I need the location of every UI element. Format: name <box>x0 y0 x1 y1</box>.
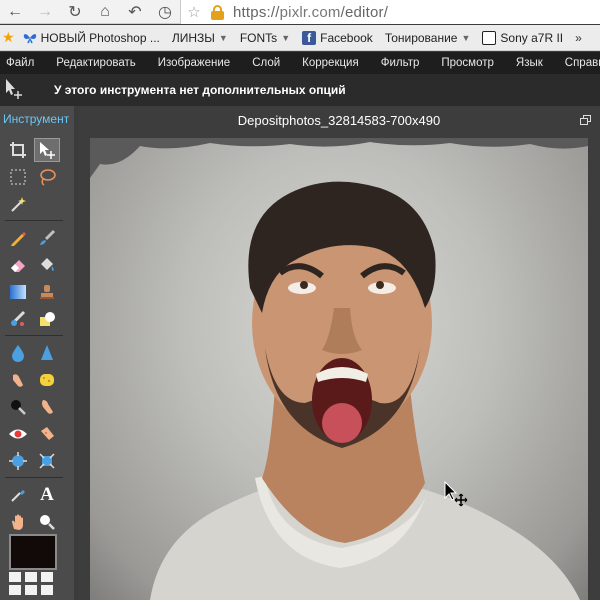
pencil-tool-icon[interactable] <box>5 226 31 250</box>
browser-toolbar: ← → ↻ ⌂ ↶ ◷ ☆ https://pixlr.com/editor/ <box>0 0 600 24</box>
spot-heal-tool-icon[interactable] <box>34 422 60 446</box>
url-text[interactable]: https://pixlr.com/editor/ <box>233 4 388 21</box>
eraser-tool-icon[interactable] <box>5 253 31 277</box>
move-tool-icon[interactable] <box>34 137 60 162</box>
maximize-icon[interactable] <box>580 115 592 126</box>
menu-file[interactable]: Файл <box>0 52 45 74</box>
photo-image <box>90 138 588 600</box>
menu-filter[interactable]: Фильтр <box>370 52 431 74</box>
bookmark-folder-fonts[interactable]: FONTs ▼ <box>234 25 296 50</box>
forward-icon[interactable]: → <box>30 0 60 24</box>
document-title: Depositphotos_32814583-700x490 <box>237 113 441 128</box>
menu-help[interactable]: Справка <box>554 52 600 74</box>
back-icon[interactable]: ← <box>0 0 30 24</box>
pinch-tool-icon[interactable] <box>34 449 60 473</box>
lock-icon <box>209 5 227 20</box>
bookmark-folder-linzy[interactable]: ЛИНЗЫ ▼ <box>166 25 234 50</box>
butterfly-icon <box>23 31 37 45</box>
dodge-tool-icon[interactable] <box>5 395 31 419</box>
brush-tool-icon[interactable] <box>34 226 60 250</box>
swatch-cell[interactable] <box>9 572 21 582</box>
red-eye-tool-icon[interactable] <box>5 422 31 446</box>
swatch-cell[interactable] <box>41 585 53 595</box>
address-bar[interactable]: ☆ https://pixlr.com/editor/ <box>180 0 600 24</box>
menu-language[interactable]: Язык <box>505 52 554 74</box>
swatch-cell[interactable] <box>25 572 37 582</box>
bookmarks-star-icon[interactable]: ★ <box>0 25 17 50</box>
menu-image[interactable]: Изображение <box>147 52 241 74</box>
type-tool-icon[interactable]: A <box>34 483 60 507</box>
facebook-icon: f <box>302 30 317 45</box>
swatch-grid <box>9 572 59 595</box>
mouse-cursor-icon <box>443 480 469 508</box>
options-message: У этого инструмента нет дополнительных о… <box>54 83 346 97</box>
chevron-down-icon: ▼ <box>461 32 471 43</box>
paint-bucket-tool-icon[interactable] <box>34 253 60 277</box>
chevron-down-icon: ▼ <box>281 32 291 43</box>
app-menu-bar: Файл Редактировать Изображение Слой Корр… <box>0 52 600 74</box>
menu-adjustment[interactable]: Коррекция <box>291 52 370 74</box>
crop-tool-icon[interactable] <box>5 138 31 162</box>
magic-wand-tool-icon[interactable] <box>5 192 31 216</box>
bookmark-star-icon[interactable]: ☆ <box>181 3 207 21</box>
more-bookmarks-icon[interactable]: » <box>569 25 588 50</box>
gradient-tool-icon[interactable] <box>5 280 31 304</box>
tools-panel-title: Инструмент <box>3 112 70 126</box>
bloat-tool-icon[interactable] <box>5 449 31 473</box>
tools-panel: Инструмент A <box>0 106 74 600</box>
home-icon[interactable]: ⌂ <box>90 0 120 24</box>
zoom-tool-icon[interactable] <box>34 510 60 534</box>
swatch-cell[interactable] <box>25 585 37 595</box>
clone-stamp-tool-icon[interactable] <box>34 280 60 304</box>
page-icon <box>482 30 497 45</box>
swatch-cell[interactable] <box>9 585 21 595</box>
menu-view[interactable]: Просмотр <box>430 52 505 74</box>
bookmarks-bar: ★ НОВЫЙ Photoshop ... ЛИНЗЫ ▼ FONTs ▼ f Fa… <box>0 25 600 51</box>
lasso-tool-icon[interactable] <box>34 165 60 189</box>
smudge-tool-icon[interactable] <box>5 368 31 392</box>
foreground-color-swatch[interactable] <box>9 534 57 570</box>
burn-tool-icon[interactable] <box>34 395 60 419</box>
drawing-tool-icon[interactable] <box>34 307 60 331</box>
color-replace-tool-icon[interactable] <box>5 307 31 331</box>
bookmark-sony[interactable]: Sony a7R II <box>476 25 569 50</box>
menu-edit[interactable]: Редактировать <box>45 52 146 74</box>
swatch-cell[interactable] <box>41 572 53 582</box>
bookmark-facebook[interactable]: f Facebook <box>296 25 379 50</box>
marquee-tool-icon[interactable] <box>5 165 31 189</box>
sharpen-tool-icon[interactable] <box>34 341 60 365</box>
undo-icon[interactable]: ↶ <box>120 0 150 24</box>
bookmark-folder-toning[interactable]: Тонирование ▼ <box>379 25 477 50</box>
sponge-tool-icon[interactable] <box>34 368 60 392</box>
document-title-bar[interactable]: Depositphotos_32814583-700x490 <box>78 106 600 136</box>
menu-layer[interactable]: Слой <box>241 52 291 74</box>
reload-icon[interactable]: ↻ <box>60 0 90 24</box>
history-icon[interactable]: ◷ <box>150 0 180 24</box>
tool-options-bar: У этого инструмента нет дополнительных о… <box>0 74 600 106</box>
chevron-down-icon: ▼ <box>218 32 228 43</box>
bookmark-photoshop[interactable]: НОВЫЙ Photoshop ... <box>17 25 166 50</box>
hand-tool-icon[interactable] <box>5 510 31 534</box>
move-tool-icon <box>2 77 28 103</box>
blur-tool-icon[interactable] <box>5 341 31 365</box>
canvas-area[interactable] <box>90 138 588 600</box>
color-picker-tool-icon[interactable] <box>5 483 31 507</box>
document-window: Depositphotos_32814583-700x490 <box>78 106 600 600</box>
